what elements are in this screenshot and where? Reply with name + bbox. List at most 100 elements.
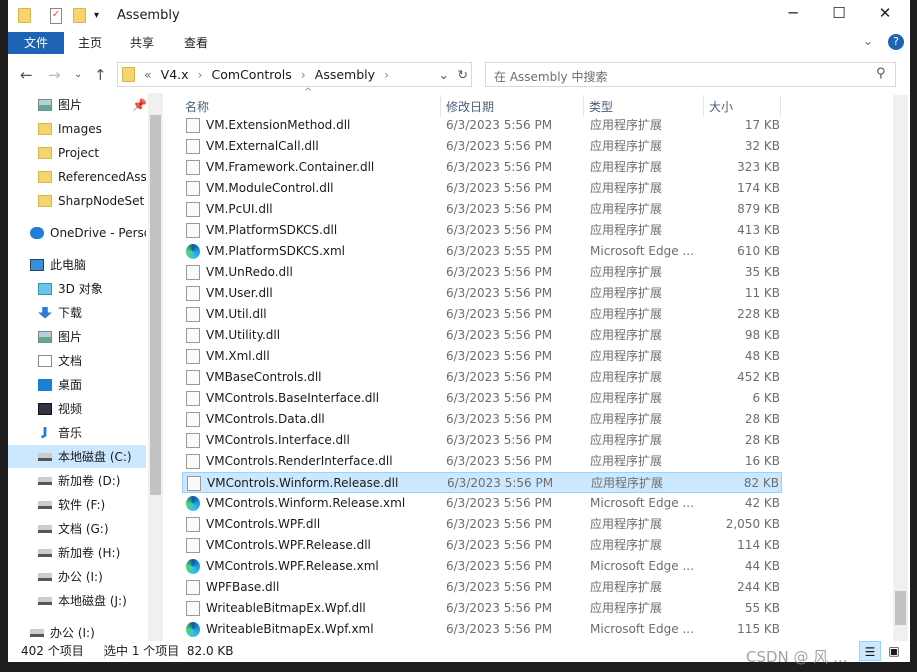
maximize-button[interactable]: ☐	[816, 4, 862, 22]
forward-button[interactable]: →	[48, 66, 61, 84]
file-row[interactable]: VM.PlatformSDKCS.dll 6/3/2023 5:56 PM 应用…	[182, 220, 782, 241]
folder-icon	[38, 194, 52, 207]
sidebar-item[interactable]: Images	[8, 117, 146, 140]
tab-home[interactable]: 主页	[78, 32, 102, 54]
sidebar-item[interactable]: 3D 对象	[8, 277, 146, 300]
sidebar-item[interactable]: 此电脑	[8, 253, 146, 276]
breadcrumb-comcontrols[interactable]: ComControls	[212, 67, 292, 82]
back-button[interactable]: ←	[20, 66, 33, 84]
large-icons-view-button[interactable]: ▣	[884, 641, 904, 662]
file-date: 6/3/2023 5:56 PM	[446, 622, 553, 636]
sidebar-item[interactable]: 音乐	[8, 421, 146, 444]
file-row[interactable]: VM.ExtensionMethod.dll 6/3/2023 5:56 PM …	[182, 115, 782, 136]
file-row[interactable]: WPFBase.dll 6/3/2023 5:56 PM 应用程序扩展 244 …	[182, 577, 782, 598]
file-size: 42 KB	[744, 496, 780, 510]
column-size[interactable]: 大小	[709, 98, 733, 115]
address-bar[interactable]: « V4.x › ComControls › Assembly › ⌄ ↻	[117, 62, 472, 87]
close-button[interactable]: ✕	[862, 4, 908, 22]
sidebar-item[interactable]: 下载	[8, 301, 146, 324]
file-row[interactable]: VM.PlatformSDKCS.xml 6/3/2023 5:55 PM Mi…	[182, 241, 782, 262]
file-row[interactable]: VM.User.dll 6/3/2023 5:56 PM 应用程序扩展 11 K…	[182, 283, 782, 304]
column-name[interactable]: 名称	[185, 98, 209, 115]
properties-icon[interactable]: ✓	[50, 8, 62, 24]
file-row[interactable]: VMControls.Winform.Release.xml 6/3/2023 …	[182, 493, 782, 514]
sidebar-item[interactable]: 本地磁盘 (J:)	[8, 589, 146, 612]
sidebar-item[interactable]: ReferencedAss	[8, 165, 146, 188]
sidebar-item[interactable]: Project	[8, 141, 146, 164]
file-type: 应用程序扩展	[590, 370, 663, 384]
file-type: Microsoft Edge ...	[590, 244, 694, 258]
file-name: VM.Xml.dll	[206, 349, 270, 363]
file-name: VMControls.WPF.Release.xml	[206, 559, 379, 573]
pin-icon[interactable]: 📌	[132, 98, 146, 112]
sidebar-item[interactable]: 软件 (F:)	[8, 493, 146, 516]
file-row[interactable]: VMControls.Data.dll 6/3/2023 5:56 PM 应用程…	[182, 409, 782, 430]
breadcrumb-v4x[interactable]: V4.x	[161, 67, 189, 82]
column-type[interactable]: 类型	[589, 98, 613, 115]
breadcrumb-overflow[interactable]: «	[144, 67, 152, 82]
dll-file-icon	[186, 580, 200, 595]
file-row[interactable]: VMControls.WPF.Release.dll 6/3/2023 5:56…	[182, 535, 782, 556]
file-date: 6/3/2023 5:56 PM	[446, 202, 553, 216]
up-button[interactable]: ↑	[94, 66, 107, 84]
sidebar-scrollbar[interactable]	[148, 93, 163, 641]
sidebar-item[interactable]: 视频	[8, 397, 146, 420]
sidebar-item[interactable]: 办公 (I:)	[8, 621, 146, 641]
refresh-icon[interactable]: ↻	[458, 67, 468, 82]
address-dropdown-icon[interactable]: ⌄	[439, 67, 449, 82]
file-size: 452 KB	[737, 370, 780, 384]
file-row[interactable]: VM.PcUI.dll 6/3/2023 5:56 PM 应用程序扩展 879 …	[182, 199, 782, 220]
new-folder-icon[interactable]	[73, 8, 86, 27]
file-row[interactable]: VM.Util.dll 6/3/2023 5:56 PM 应用程序扩展 228 …	[182, 304, 782, 325]
desktop-icon	[38, 378, 52, 391]
file-row[interactable]: VMControls.WPF.dll 6/3/2023 5:56 PM 应用程序…	[182, 514, 782, 535]
file-type: Microsoft Edge ...	[590, 496, 694, 510]
file-row[interactable]: VM.Xml.dll 6/3/2023 5:56 PM 应用程序扩展 48 KB	[182, 346, 782, 367]
file-row[interactable]: VMControls.WPF.Release.xml 6/3/2023 5:56…	[182, 556, 782, 577]
sidebar-item[interactable]: SharpNodeSet	[8, 189, 146, 212]
search-input[interactable]: 在 Assembly 中搜索	[485, 62, 896, 87]
file-row[interactable]: VMControls.RenderInterface.dll 6/3/2023 …	[182, 451, 782, 472]
sidebar-item[interactable]: 图片	[8, 325, 146, 348]
tab-file[interactable]: 文件	[8, 32, 64, 54]
sidebar-item[interactable]: OneDrive - Perso	[8, 221, 146, 244]
file-type: 应用程序扩展	[590, 181, 663, 195]
expand-ribbon-icon[interactable]: ⌄	[863, 34, 873, 48]
file-row[interactable]: VM.Framework.Container.dll 6/3/2023 5:56…	[182, 157, 782, 178]
minimize-button[interactable]: ─	[770, 4, 816, 22]
file-row[interactable]: WriteableBitmapEx.Wpf.xml 6/3/2023 5:56 …	[182, 619, 782, 640]
dll-file-icon	[186, 139, 200, 154]
tab-share[interactable]: 共享	[130, 32, 154, 54]
file-row[interactable]: VM.Utility.dll 6/3/2023 5:56 PM 应用程序扩展 9…	[182, 325, 782, 346]
file-date: 6/3/2023 5:56 PM	[446, 580, 553, 594]
sidebar-item[interactable]: 新加卷 (D:)	[8, 469, 146, 492]
column-date[interactable]: 修改日期	[446, 98, 494, 115]
dll-file-icon	[186, 307, 200, 322]
sidebar-item[interactable]: 文档 (G:)	[8, 517, 146, 540]
sidebar-item-label: OneDrive - Perso	[50, 225, 146, 240]
details-view-button[interactable]: ☰	[859, 641, 881, 661]
help-icon[interactable]: ?	[888, 34, 904, 50]
file-row[interactable]: VMControls.BaseInterface.dll 6/3/2023 5:…	[182, 388, 782, 409]
sidebar-item[interactable]: 桌面	[8, 373, 146, 396]
file-date: 6/3/2023 5:56 PM	[446, 265, 553, 279]
sidebar-item[interactable]: 本地磁盘 (C:)	[8, 445, 146, 468]
tab-view[interactable]: 查看	[184, 32, 208, 54]
sidebar-item[interactable]: 图片 📌	[8, 93, 146, 116]
file-size: 44 KB	[744, 559, 780, 573]
recent-locations-icon[interactable]: ⌄	[74, 69, 82, 80]
file-row[interactable]: WriteableBitmapEx.Wpf.dll 6/3/2023 5:56 …	[182, 598, 782, 619]
file-row[interactable]: VMControls.Winform.Release.dll 6/3/2023 …	[182, 472, 782, 493]
customize-toolbar-icon[interactable]: ▾	[94, 10, 99, 21]
file-row[interactable]: VMBaseControls.dll 6/3/2023 5:56 PM 应用程序…	[182, 367, 782, 388]
file-list-scrollbar[interactable]	[893, 95, 908, 641]
file-row[interactable]: VM.ExternalCall.dll 6/3/2023 5:56 PM 应用程…	[182, 136, 782, 157]
file-name: VM.Util.dll	[206, 307, 267, 321]
sidebar-item[interactable]: 办公 (I:)	[8, 565, 146, 588]
file-row[interactable]: VM.UnRedo.dll 6/3/2023 5:56 PM 应用程序扩展 35…	[182, 262, 782, 283]
breadcrumb-assembly[interactable]: Assembly	[315, 67, 375, 82]
sidebar-item[interactable]: 新加卷 (H:)	[8, 541, 146, 564]
sidebar-item[interactable]: 文档	[8, 349, 146, 372]
file-row[interactable]: VMControls.Interface.dll 6/3/2023 5:56 P…	[182, 430, 782, 451]
file-row[interactable]: VM.ModuleControl.dll 6/3/2023 5:56 PM 应用…	[182, 178, 782, 199]
